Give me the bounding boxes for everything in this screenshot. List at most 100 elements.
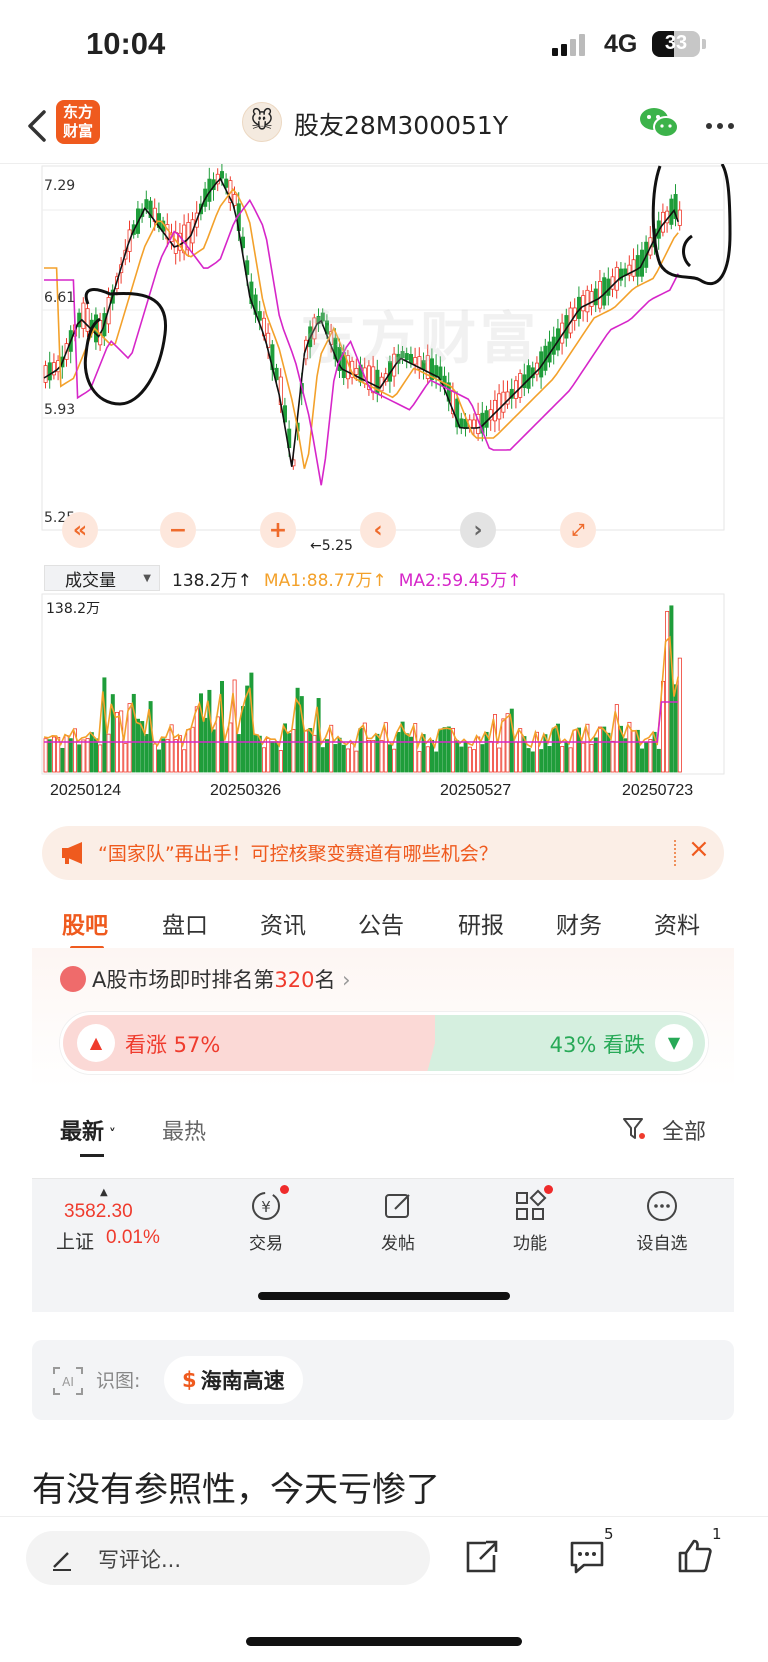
candle bbox=[677, 209, 682, 226]
volume-bar bbox=[530, 751, 535, 773]
image-recognition-row: AI 识图: $ 海南高速 bbox=[32, 1340, 734, 1420]
kline-chart[interactable]: 东方财富 7.29 6.61 5.93 5.25 ←5.25 « − + ‹ ›… bbox=[0, 164, 768, 564]
candle bbox=[593, 288, 598, 306]
features-button[interactable]: 功能 bbox=[490, 1185, 570, 1254]
sort-row: 最新 ˅ 最热 全部 bbox=[0, 1112, 768, 1172]
indicator-select[interactable]: 成交量 ▼ bbox=[44, 565, 160, 591]
volume-bar bbox=[308, 727, 313, 773]
volume-chart[interactable]: 138.2万 20250124 20250326 20250527 202507… bbox=[0, 592, 768, 817]
volume-bar bbox=[135, 718, 140, 773]
post-button[interactable]: 发帖 bbox=[358, 1189, 438, 1254]
volume-bar bbox=[434, 751, 439, 773]
vote-bearish[interactable]: 43% 看跌 ▼ bbox=[435, 1015, 705, 1071]
candle bbox=[606, 278, 611, 296]
stock-chip[interactable]: $ 海南高速 bbox=[164, 1356, 303, 1404]
volume-bar bbox=[488, 740, 493, 773]
volume-bar bbox=[161, 738, 166, 773]
volume-bar bbox=[312, 734, 317, 773]
volume-bar bbox=[371, 740, 376, 773]
volume-bar bbox=[165, 738, 170, 773]
volume-bar bbox=[623, 738, 628, 773]
index-name[interactable]: 上证 bbox=[56, 1227, 94, 1254]
wechat-icon[interactable] bbox=[638, 106, 680, 140]
volume-bar bbox=[236, 734, 241, 773]
more-icon[interactable] bbox=[706, 123, 734, 129]
triangle-up-icon[interactable]: ▲ bbox=[77, 1024, 115, 1062]
candle bbox=[589, 291, 594, 307]
comment-input[interactable]: 写评论... bbox=[26, 1531, 430, 1585]
volume-bar bbox=[438, 728, 443, 773]
bearish-label: 43% 看跌 bbox=[549, 1033, 645, 1057]
volume-bar bbox=[656, 748, 661, 773]
volume-bar bbox=[215, 716, 220, 773]
volume-bar bbox=[396, 731, 401, 773]
app-logo[interactable]: 东方 财富 bbox=[56, 100, 100, 144]
filter-icon[interactable] bbox=[622, 1116, 646, 1142]
comment-button[interactable]: 5 bbox=[568, 1525, 614, 1577]
low-price-marker: ←5.25 bbox=[310, 538, 353, 554]
tab-profile[interactable]: 资料 bbox=[654, 906, 700, 940]
volume-bar bbox=[484, 731, 489, 773]
volume-bar bbox=[581, 742, 586, 773]
volume-bar bbox=[341, 744, 346, 773]
volume-bar bbox=[337, 737, 342, 773]
volume-bar bbox=[648, 739, 653, 773]
sort-latest[interactable]: 最新 ˅ bbox=[60, 1114, 116, 1146]
zoom-out-button[interactable]: − bbox=[160, 512, 196, 548]
triangle-down-icon[interactable]: ▼ bbox=[655, 1024, 693, 1062]
volume-bar bbox=[387, 744, 392, 773]
volume-bar bbox=[60, 747, 65, 773]
volume-bar bbox=[518, 728, 523, 773]
volume-bar bbox=[547, 746, 552, 773]
chevron-down-icon: ▼ bbox=[143, 572, 151, 584]
sort-underline bbox=[80, 1154, 104, 1157]
zoom-in-button[interactable]: + bbox=[260, 512, 296, 548]
page-title[interactable]: 股友28M300051Y bbox=[294, 106, 508, 142]
tab-pankou[interactable]: 盘口 bbox=[162, 906, 208, 940]
tab-research[interactable]: 研报 bbox=[458, 906, 504, 940]
like-button[interactable]: 1 bbox=[676, 1525, 722, 1577]
dollar-icon: $ bbox=[182, 1368, 197, 1392]
candle bbox=[182, 224, 187, 254]
prev-button[interactable]: ‹ bbox=[360, 512, 396, 548]
volume-bar bbox=[677, 657, 682, 773]
svg-text:¥: ¥ bbox=[261, 1198, 271, 1216]
rank-text[interactable]: A股市场即时排名第320名 › bbox=[92, 964, 351, 994]
volume-bar bbox=[156, 749, 161, 773]
volume-bar bbox=[526, 748, 531, 773]
sort-hot[interactable]: 最热 bbox=[162, 1114, 206, 1146]
news-banner[interactable]: “国家队”再出手！可控核聚变赛道有哪些机会？ × bbox=[42, 826, 724, 880]
tab-finance[interactable]: 财务 bbox=[556, 906, 602, 940]
volume-bar bbox=[354, 750, 359, 773]
next-button[interactable]: › bbox=[460, 512, 496, 548]
index-value[interactable]: 3582.30 bbox=[64, 1201, 133, 1223]
volume-bar bbox=[261, 747, 266, 773]
volume-bar bbox=[501, 718, 506, 773]
volume-bar bbox=[589, 743, 594, 773]
tab-announcements[interactable]: 公告 bbox=[358, 906, 404, 940]
date-label: 20250124 bbox=[50, 782, 122, 799]
volume-bar bbox=[186, 729, 191, 773]
add-watchlist-button[interactable]: 设自选 bbox=[622, 1189, 702, 1254]
candle bbox=[635, 255, 640, 277]
trade-button[interactable]: ¥ 交易 bbox=[226, 1185, 306, 1254]
share-icon[interactable] bbox=[462, 1537, 500, 1577]
volume-ma1: MA1:88.77万↑ bbox=[263, 570, 387, 591]
vote-bullish[interactable]: ▲ 看涨 57% bbox=[63, 1015, 435, 1071]
rewind-button[interactable]: « bbox=[62, 512, 98, 548]
tab-guba[interactable]: 股吧 bbox=[62, 906, 108, 940]
index-change[interactable]: 0.01% bbox=[106, 1227, 160, 1249]
volume-bar bbox=[602, 726, 607, 773]
avatar[interactable]: 🐭 bbox=[242, 102, 282, 142]
bullish-label: 看涨 57% bbox=[125, 1033, 221, 1057]
volume-bar bbox=[505, 713, 510, 773]
volume-bar bbox=[77, 744, 82, 773]
tab-news[interactable]: 资讯 bbox=[260, 906, 306, 940]
fullscreen-button[interactable]: ⤢ bbox=[560, 512, 596, 548]
volume-bar bbox=[278, 750, 283, 773]
back-icon[interactable] bbox=[24, 106, 52, 146]
candle bbox=[497, 393, 502, 420]
filter-label[interactable]: 全部 bbox=[662, 1114, 706, 1146]
header: 东方 财富 🐭 股友28M300051Y bbox=[0, 90, 768, 164]
close-icon[interactable]: × bbox=[688, 834, 710, 864]
